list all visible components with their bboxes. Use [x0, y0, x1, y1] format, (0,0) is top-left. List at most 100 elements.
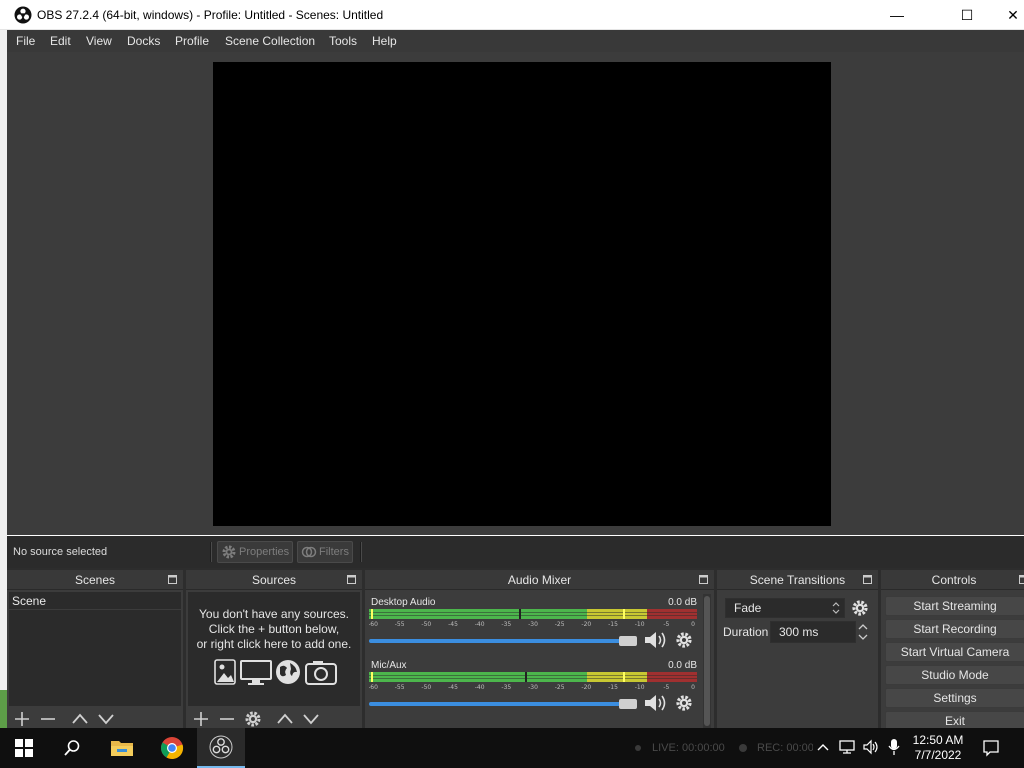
scrollbar-thumb[interactable]: [704, 596, 710, 726]
meter-tick-label: -15: [608, 621, 618, 627]
taskbar-clock[interactable]: 12:50 AM 7/7/2022: [905, 733, 971, 763]
maximize-button[interactable]: ☐: [944, 0, 990, 30]
controls-title: Controls: [931, 573, 977, 587]
scene-transitions-title: Scene Transitions: [749, 573, 846, 587]
mixer-scrollbar[interactable]: [703, 594, 711, 730]
controls-header: Controls: [881, 570, 1024, 590]
duration-input[interactable]: 300 ms: [770, 621, 856, 643]
meter-tick-label: 0: [691, 684, 695, 690]
menu-scene-collection[interactable]: Scene Collection: [225, 34, 315, 48]
move-scene-up-icon[interactable]: [70, 710, 90, 728]
slider-handle: [619, 699, 637, 709]
preview-canvas[interactable]: [213, 62, 831, 526]
remove-source-icon[interactable]: [217, 710, 237, 728]
float-dock-icon[interactable]: [1019, 575, 1024, 584]
start-button[interactable]: [0, 728, 48, 768]
meter-scale: -60 -55 -50 -45 -40 -35 -30 -25 -20 -15 -10 -5 0: [369, 621, 695, 627]
gear-icon[interactable]: [675, 694, 693, 712]
menu-docks[interactable]: Docks: [127, 34, 160, 48]
meter-tick-label: -30: [528, 684, 538, 690]
source-settings-gear-icon[interactable]: [243, 710, 263, 728]
sources-toolbar: [186, 708, 362, 730]
meter-tick-label: -20: [581, 621, 591, 627]
menu-profile[interactable]: Profile: [175, 34, 209, 48]
spin-arrows-icon: [832, 602, 840, 614]
start-streaming-button[interactable]: Start Streaming: [885, 596, 1024, 616]
taskbar-chrome[interactable]: [148, 728, 196, 768]
speaker-icon[interactable]: [643, 630, 667, 650]
settings-button[interactable]: Settings: [885, 688, 1024, 708]
volume-meter: [369, 609, 697, 619]
scenes-list: Scene: [9, 592, 181, 706]
menu-file[interactable]: File: [16, 34, 35, 48]
network-icon[interactable]: [838, 739, 856, 755]
duration-stepper-icon[interactable]: [856, 621, 870, 643]
move-source-up-icon[interactable]: [275, 710, 295, 728]
menu-tools[interactable]: Tools: [329, 34, 357, 48]
gear-icon[interactable]: [851, 599, 869, 617]
volume-tray-icon[interactable]: [862, 739, 880, 755]
empty-message-line: Click the + button below,: [208, 622, 340, 636]
close-button[interactable]: ✕: [990, 0, 1024, 30]
empty-message-line: or right click here to add one.: [196, 637, 352, 651]
obs-icon: [209, 735, 233, 759]
remove-scene-icon[interactable]: [38, 710, 58, 728]
minimize-button[interactable]: —: [874, 0, 920, 30]
filters-label: Filters: [319, 546, 349, 558]
speaker-icon[interactable]: [643, 693, 667, 713]
float-dock-icon[interactable]: [863, 575, 872, 584]
meter-tick-label: -20: [581, 684, 591, 690]
add-scene-icon[interactable]: [12, 710, 32, 728]
scenes-title: Scenes: [74, 573, 116, 587]
obs-logo-icon: [14, 6, 32, 24]
start-virtual-camera-button[interactable]: Start Virtual Camera: [885, 642, 1024, 662]
start-recording-button[interactable]: Start Recording: [885, 619, 1024, 639]
sources-empty-message: You don't have any sources. Click the + …: [188, 607, 360, 652]
add-source-icon[interactable]: [191, 710, 211, 728]
audio-mixer-dock: Audio Mixer Desktop Audio 0.0 dB -60 -55…: [365, 570, 714, 730]
move-source-down-icon[interactable]: [301, 710, 321, 728]
sources-list[interactable]: You don't have any sources. Click the + …: [188, 592, 360, 706]
filter-icon: [301, 546, 317, 558]
channel-db: 0.0 dB: [668, 660, 697, 671]
channel-db: 0.0 dB: [668, 597, 697, 608]
volume-slider[interactable]: [369, 635, 637, 647]
float-dock-icon[interactable]: [699, 575, 708, 584]
meter-scale: -60 -55 -50 -45 -40 -35 -30 -25 -20 -15 -10 -5 0: [369, 684, 695, 690]
file-explorer-icon: [111, 741, 133, 756]
taskbar-search-button[interactable]: [48, 728, 96, 768]
meter-tick-label: -10: [635, 684, 645, 690]
transition-select[interactable]: Fade: [725, 598, 845, 618]
gear-icon[interactable]: [675, 631, 693, 649]
show-hidden-icons-chevron-icon[interactable]: [816, 742, 830, 752]
controls-dock: Controls Start Streaming Start Recording…: [881, 570, 1024, 730]
float-dock-icon[interactable]: [347, 575, 356, 584]
float-dock-icon[interactable]: [168, 575, 177, 584]
microphone-icon[interactable]: [887, 738, 901, 756]
move-scene-down-icon[interactable]: [96, 710, 116, 728]
search-icon: [64, 740, 80, 756]
menu-edit[interactable]: Edit: [50, 34, 71, 48]
source-type-icons: [214, 659, 337, 685]
sources-dock: Sources You don't have any sources. Clic…: [186, 570, 362, 730]
desktop-edge-accent: [0, 690, 7, 728]
menu-view[interactable]: View: [86, 34, 112, 48]
volume-slider[interactable]: [369, 698, 637, 710]
menu-help[interactable]: Help: [372, 34, 397, 48]
scenes-header: Scenes: [7, 570, 183, 590]
taskbar-obs[interactable]: [197, 728, 245, 768]
taskbar-file-explorer[interactable]: [98, 728, 146, 768]
channel-name: Desktop Audio: [371, 597, 436, 608]
scene-transitions-dock: Scene Transitions Fade Duration 300 ms: [717, 570, 878, 730]
properties-button[interactable]: Properties: [217, 541, 294, 563]
display-icon: [240, 660, 272, 685]
filters-button[interactable]: Filters: [297, 541, 353, 563]
scene-transitions-header: Scene Transitions: [717, 570, 878, 590]
empty-message-line: You don't have any sources.: [199, 607, 349, 621]
channel-name: Mic/Aux: [371, 660, 407, 671]
studio-mode-button[interactable]: Studio Mode: [885, 665, 1024, 685]
notification-icon[interactable]: [982, 739, 1000, 757]
sources-header: Sources: [186, 570, 362, 590]
scene-list-item[interactable]: Scene: [9, 592, 181, 610]
clock-time: 12:50 AM: [912, 733, 964, 747]
